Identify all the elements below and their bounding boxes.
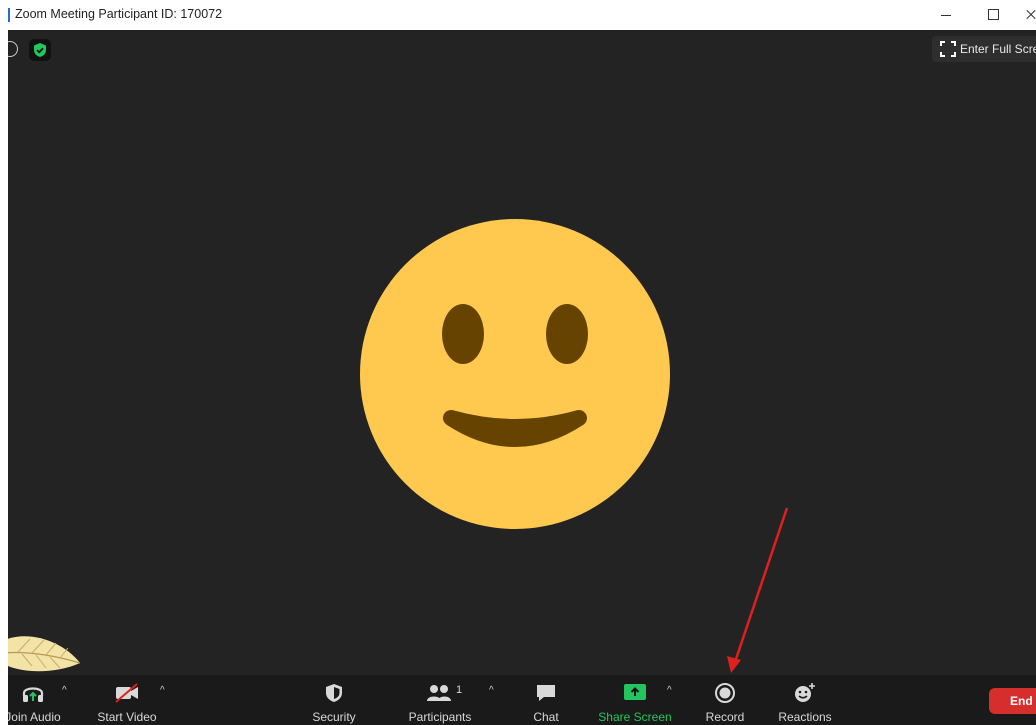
share-options-chevron-icon[interactable]: ^ (667, 685, 672, 696)
share-screen-label: Share Screen (598, 710, 672, 724)
title-bar: Zoom Meeting Participant ID: 170072 (0, 0, 1036, 30)
security-shield-icon (326, 684, 342, 702)
join-audio-label: Join Audio (8, 710, 61, 724)
headphones-icon (22, 687, 44, 702)
participants-count: 1 (456, 684, 463, 696)
reactions-label: Reactions (778, 710, 832, 724)
meeting-toolbar: Join Audio ^ Start Video ^ Security Part… (8, 675, 1036, 725)
participants-options-chevron-icon[interactable]: ^ (489, 685, 494, 696)
share-screen-icon (624, 684, 646, 700)
start-video-label: Start Video (97, 710, 157, 724)
reactions-emoji-icon (795, 683, 815, 702)
leaf-decoration (8, 636, 81, 672)
red-annotation-arrow (727, 507, 789, 673)
end-label: End (1010, 694, 1033, 708)
meeting-video-area: Enter Full Screen (8, 30, 1036, 675)
maximize-button[interactable] (970, 0, 1016, 30)
window-left-edge (0, 30, 8, 725)
close-button[interactable] (1016, 0, 1036, 30)
window-title: Zoom Meeting Participant ID: 170072 (15, 7, 223, 21)
participants-icon (427, 685, 451, 701)
participants-label: Participants (408, 710, 472, 724)
video-options-chevron-icon[interactable]: ^ (160, 685, 165, 696)
minimize-button[interactable] (920, 0, 966, 30)
record-icon (715, 683, 735, 703)
audio-options-chevron-icon[interactable]: ^ (62, 685, 67, 696)
app-accent-mark (8, 8, 10, 22)
video-off-icon (115, 683, 138, 703)
security-label: Security (312, 710, 356, 724)
chat-bubble-icon (537, 685, 555, 701)
chat-label: Chat (533, 710, 559, 724)
end-meeting-button[interactable]: End (989, 688, 1036, 714)
record-label: Record (705, 710, 745, 724)
